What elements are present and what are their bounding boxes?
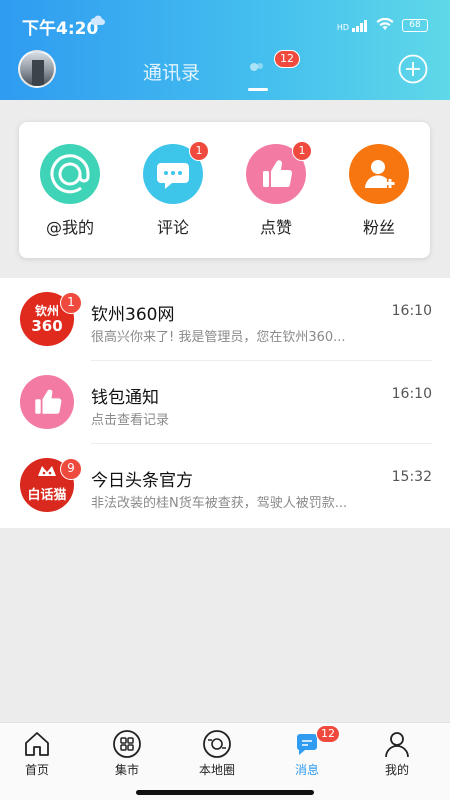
quick-action-label: @我的 — [45, 218, 94, 237]
message-time: 16:10 — [391, 303, 432, 319]
tab-contacts[interactable]: 通讯录 — [143, 58, 200, 85]
tab-messages[interactable]: 12 消息 — [272, 725, 342, 778]
quick-action-mentions[interactable]: @我的 — [30, 144, 110, 238]
likes-badge: 1 — [292, 141, 312, 161]
quick-action-label: 评论 — [156, 218, 189, 237]
message-title: 钦州360网 — [91, 305, 175, 325]
quick-actions-card: @我的 1 评论 1 点赞 粉丝 — [19, 122, 430, 258]
tab-messages-badge: 12 — [316, 725, 340, 743]
app-header: 下午4:20 HD 68 通讯录 12 — [0, 0, 450, 100]
tab-messages-icon[interactable] — [244, 54, 270, 80]
chat-bubble-icon: 12 — [292, 725, 340, 759]
signal-icon: HD — [336, 19, 368, 32]
tab-local-circle[interactable]: 本地圈 — [182, 729, 252, 778]
tab-me[interactable]: 我的 — [362, 729, 432, 778]
battery-icon: 68 — [402, 19, 428, 32]
tab-label: 我的 — [384, 763, 409, 777]
message-time: 15:32 — [391, 469, 432, 485]
at-icon — [40, 144, 100, 204]
unread-badge: 1 — [60, 292, 82, 314]
home-icon — [22, 729, 52, 759]
bottom-tab-bar: 首页 集市 本地圈 12 消息 我的 — [0, 722, 450, 800]
status-bar: 下午4:20 HD 68 — [0, 0, 450, 40]
top-nav: 通讯录 12 — [0, 44, 450, 100]
message-preview: 很高兴你来了! 我是管理员，您在钦州360... — [91, 330, 346, 345]
quick-action-comments[interactable]: 1 评论 — [133, 141, 213, 238]
qinzhou360-logo-bottom: 360 — [31, 317, 63, 335]
cloud-icon — [90, 14, 106, 30]
quick-action-fans[interactable]: 粉丝 — [339, 144, 419, 238]
list-item[interactable]: 钦州 360 1 钦州360网 很高兴你来了! 我是管理员，您在钦州360...… — [0, 278, 450, 361]
thumbs-up-icon: 1 — [246, 141, 312, 204]
quick-action-label: 点赞 — [259, 218, 292, 237]
quick-action-likes[interactable]: 1 点赞 — [236, 141, 316, 238]
camera-circle-icon — [202, 729, 232, 759]
comments-badge: 1 — [189, 141, 209, 161]
tab-label: 首页 — [24, 763, 49, 777]
list-item[interactable]: 白话猫 9 今日头条官方 非法改装的桂N货车被查获，驾驶人被罚款... 15:3… — [0, 444, 450, 527]
add-user-icon — [349, 144, 409, 204]
message-list: 钦州 360 1 钦州360网 很高兴你来了! 我是管理员，您在钦州360...… — [0, 278, 450, 528]
tab-label: 消息 — [294, 763, 319, 777]
wifi-icon — [376, 16, 394, 35]
thumbs-up-icon — [20, 375, 74, 429]
avatar[interactable] — [18, 50, 56, 88]
message-time: 16:10 — [391, 386, 432, 402]
person-icon — [382, 729, 412, 759]
active-tab-indicator — [248, 88, 268, 91]
unread-badge: 9 — [60, 458, 82, 480]
message-title: 今日头条官方 — [91, 471, 193, 491]
baihuamao-logo-text: 白话猫 — [27, 488, 67, 503]
list-item[interactable]: 钱包通知 点击查看记录 16:10 — [0, 361, 450, 444]
tab-market[interactable]: 集市 — [92, 729, 162, 778]
status-icons: HD 68 — [337, 16, 428, 35]
tab-label: 集市 — [114, 763, 139, 777]
home-indicator — [136, 790, 314, 795]
comment-bubble-icon: 1 — [143, 141, 209, 204]
plus-circle-icon[interactable] — [398, 54, 428, 84]
message-title: 钱包通知 — [91, 388, 159, 408]
message-preview: 点击查看记录 — [91, 413, 170, 428]
status-time: 下午4:20 — [22, 19, 99, 39]
messages-badge: 12 — [274, 50, 300, 68]
signal-label: HD — [336, 22, 349, 32]
tab-label: 本地圈 — [198, 763, 235, 777]
grid-apps-icon — [112, 729, 142, 759]
quick-action-label: 粉丝 — [362, 218, 395, 237]
tab-home[interactable]: 首页 — [2, 729, 72, 778]
message-preview: 非法改装的桂N货车被查获，驾驶人被罚款... — [91, 496, 348, 511]
